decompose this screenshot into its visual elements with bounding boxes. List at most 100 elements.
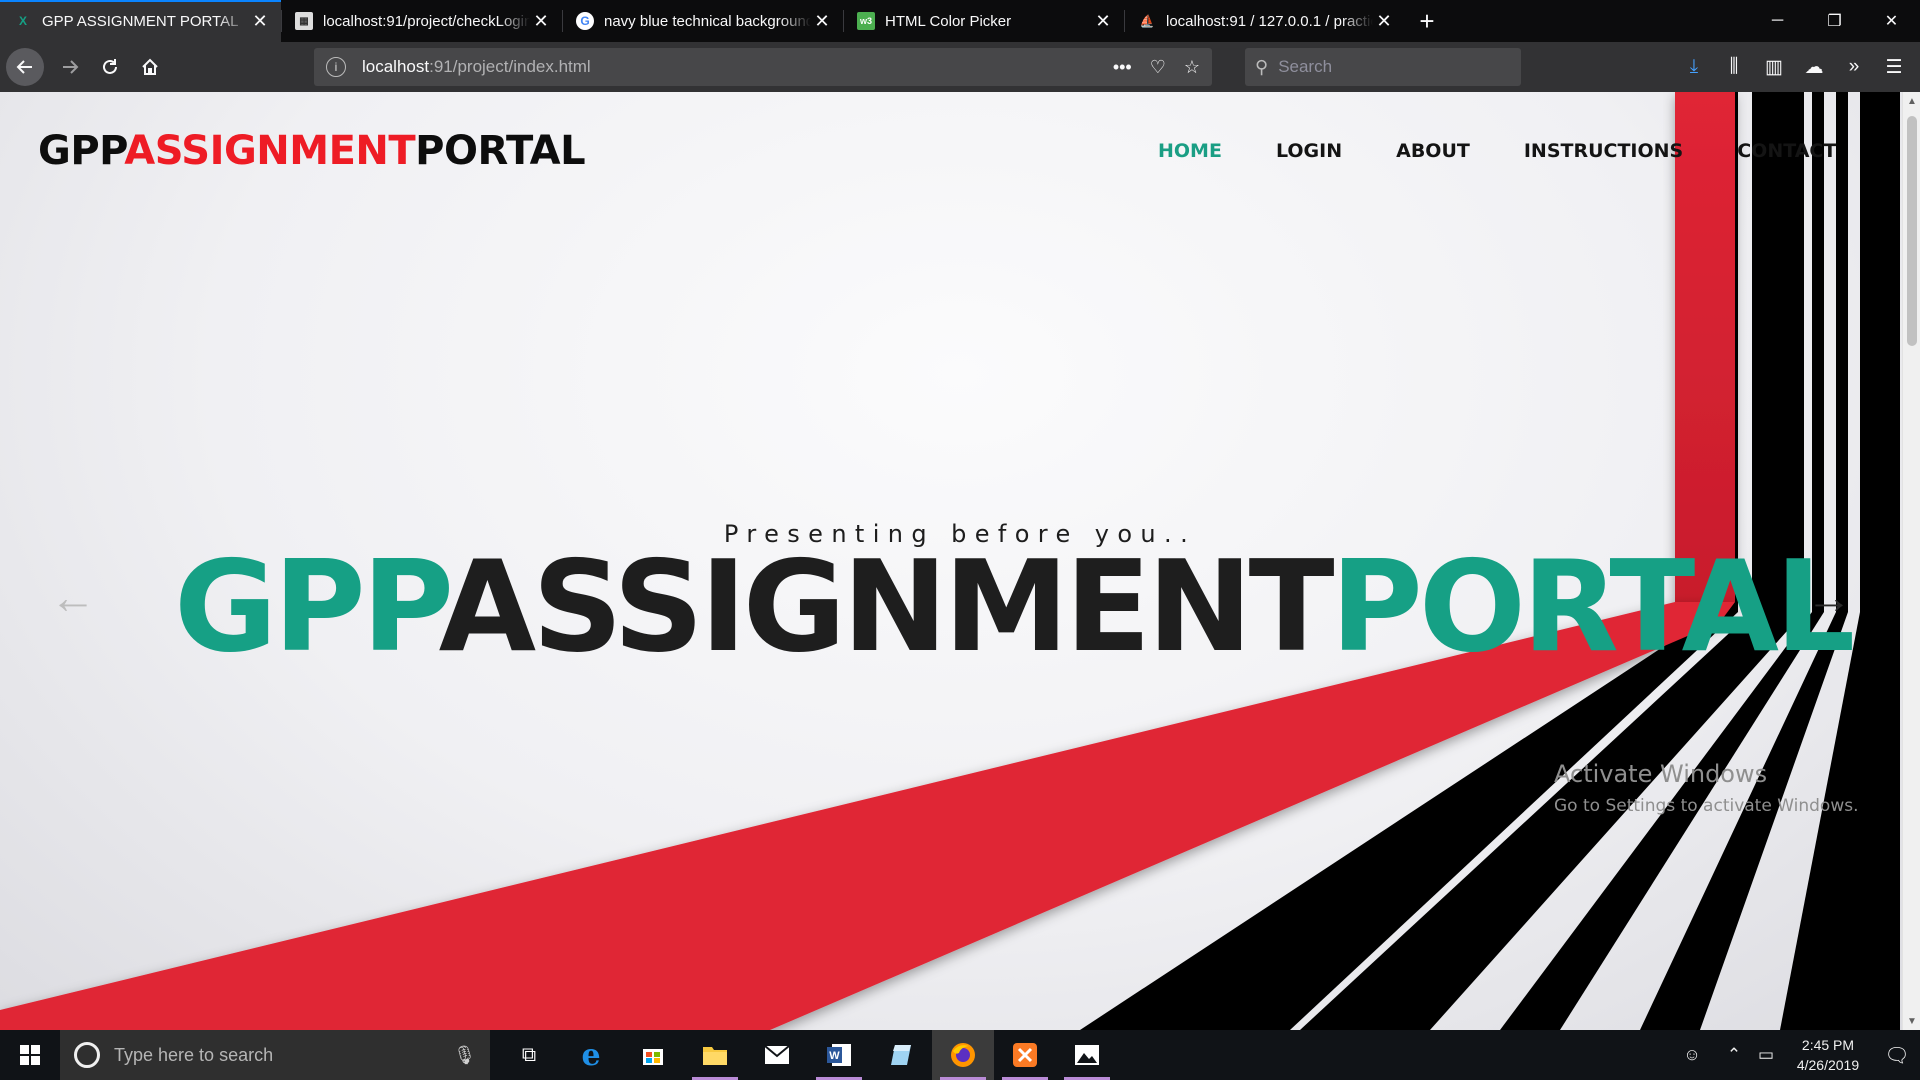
tab-color-picker[interactable]: w3 HTML Color Picker ✕ <box>843 0 1124 42</box>
firefox-icon[interactable] <box>932 1030 994 1080</box>
nav-home[interactable]: HOME <box>1158 140 1222 162</box>
taskbar-apps: ⧉ e W <box>498 1030 1118 1080</box>
site-nav-menu: HOME LOGIN ABOUT INSTRUCTIONS CONTACT <box>1158 140 1890 162</box>
clock-date: 4/26/2019 <box>1796 1057 1860 1073</box>
watermark-title: Activate Windows <box>1554 760 1768 788</box>
scrollbar-thumb[interactable] <box>1907 116 1917 346</box>
home-button[interactable] <box>130 47 170 87</box>
tab-title: navy blue technical background <box>604 12 811 30</box>
hero-part-assignment: ASSIGNMENT <box>438 533 1335 680</box>
search-placeholder: Search <box>1278 57 1333 76</box>
windows-logo-icon <box>20 1045 40 1065</box>
page-actions: ••• ♡ ☆ <box>1113 57 1200 78</box>
task-view-icon[interactable]: ⧉ <box>498 1030 560 1080</box>
action-center-icon[interactable]: 🗨 <box>1874 1043 1920 1068</box>
mail-icon[interactable] <box>746 1030 808 1080</box>
slider-prev-arrow-icon[interactable]: ← <box>50 574 96 620</box>
nav-login[interactable]: LOGIN <box>1276 140 1342 162</box>
file-explorer-icon[interactable] <box>684 1030 746 1080</box>
slider-next-arrow-icon[interactable]: → <box>1806 574 1852 620</box>
back-arrow-icon <box>16 60 32 74</box>
forward-button[interactable] <box>50 47 90 87</box>
page-scrollbar[interactable]: ▲ ▼ <box>1902 92 1920 1030</box>
close-window-button[interactable]: ✕ <box>1863 0 1920 42</box>
reload-button[interactable] <box>90 47 130 87</box>
system-tray: ☺ ⌃ ▭ 2:45 PM 4/26/2019 🗨 <box>1676 1030 1920 1080</box>
pocket-icon[interactable]: ♡ <box>1150 57 1166 78</box>
watermark-subtitle: Go to Settings to activate Windows. <box>1554 796 1859 816</box>
nav-instructions[interactable]: INSTRUCTIONS <box>1524 140 1683 162</box>
tab-title: GPP ASSIGNMENT PORTAL <box>42 12 239 30</box>
new-tab-button[interactable]: + <box>1405 0 1449 42</box>
store-icon[interactable] <box>622 1030 684 1080</box>
clock-time: 2:45 PM <box>1801 1037 1855 1053</box>
taskbar-search-box[interactable]: Type here to search 🎙 <box>60 1030 490 1080</box>
site-logo[interactable]: GPPASSIGNMENTPORTAL <box>38 128 586 174</box>
scroll-up-arrow-icon[interactable]: ▲ <box>1903 92 1920 110</box>
library-icon[interactable]: ⫼ <box>1714 56 1754 78</box>
minimize-button[interactable]: ─ <box>1749 0 1806 42</box>
hamburger-menu-icon[interactable]: ☰ <box>1874 56 1914 79</box>
reload-icon <box>103 59 117 74</box>
svg-text:W: W <box>829 1050 840 1062</box>
page-actions-menu-icon[interactable]: ••• <box>1113 57 1132 78</box>
tab-google-search[interactable]: G navy blue technical background ✕ <box>562 0 843 42</box>
info-icon[interactable]: i <box>326 57 346 77</box>
edge-icon[interactable]: e <box>560 1030 622 1080</box>
tab-title: localhost:91/project/checkLogin <box>323 12 530 30</box>
scroll-down-arrow-icon[interactable]: ▼ <box>1903 1012 1920 1030</box>
hero-part-portal: PORTAL <box>1330 533 1856 680</box>
close-icon[interactable]: ✕ <box>1092 10 1114 32</box>
tab-gpp-portal[interactable]: X GPP ASSIGNMENT PORTAL ✕ <box>0 0 281 42</box>
w3-icon: w3 <box>857 12 875 30</box>
nav-contact[interactable]: CONTACT <box>1737 140 1836 162</box>
tab-phpmyadmin[interactable]: ⛵ localhost:91 / 127.0.0.1 / practice ✕ <box>1124 0 1405 42</box>
close-icon[interactable]: ✕ <box>249 10 271 32</box>
search-icon: ⚲ <box>1255 56 1269 77</box>
word-icon[interactable]: W <box>808 1030 870 1080</box>
logo-part-assignment: ASSIGNMENT <box>124 128 416 174</box>
windows-taskbar: Type here to search 🎙 ⧉ e W ☺ ⌃ ▭ 2:45 P… <box>0 1030 1920 1080</box>
toolbar-icons: ⤓ ⫼ ▥ ☁ » ☰ <box>1674 42 1920 92</box>
battery-icon[interactable]: ▭ <box>1750 1045 1782 1065</box>
extension-icon[interactable]: ☁ <box>1794 56 1834 79</box>
close-icon[interactable]: ✕ <box>530 10 552 32</box>
sidebar-icon[interactable]: ▥ <box>1754 56 1794 79</box>
x-logo-icon: X <box>18 14 27 28</box>
close-icon[interactable]: ✕ <box>811 10 833 32</box>
photos-icon[interactable] <box>1056 1030 1118 1080</box>
restore-button[interactable]: ❐ <box>1806 0 1863 42</box>
url-bar[interactable]: i localhost:91/project/index.html ••• ♡ … <box>314 48 1212 86</box>
overflow-chevron-icon[interactable]: » <box>1834 56 1874 78</box>
tab-strip: X GPP ASSIGNMENT PORTAL ✕ ▦ localhost:91… <box>0 0 1920 42</box>
page-viewport: GPPASSIGNMENTPORTAL HOME LOGIN ABOUT INS… <box>0 92 1920 1030</box>
navigation-toolbar: i localhost:91/project/index.html ••• ♡ … <box>0 42 1920 92</box>
tab-title: HTML Color Picker <box>885 12 1012 30</box>
activate-windows-watermark: Activate Windows Go to Settings to activ… <box>1554 760 1859 816</box>
phpmyadmin-icon: ⛵ <box>1139 14 1155 28</box>
page-icon: ▦ <box>295 12 313 30</box>
back-button[interactable] <box>6 48 44 86</box>
xampp-icon[interactable] <box>994 1030 1056 1080</box>
taskbar-search-placeholder: Type here to search <box>114 1044 274 1065</box>
bookmark-star-icon[interactable]: ☆ <box>1184 57 1200 78</box>
taskbar-clock[interactable]: 2:45 PM 4/26/2019 <box>1782 1035 1874 1075</box>
home-icon <box>142 58 158 75</box>
search-bar[interactable]: ⚲ Search <box>1245 48 1521 86</box>
nav-about[interactable]: ABOUT <box>1396 140 1470 162</box>
hero-title: GPPASSIGNMENTPORTAL <box>174 544 1855 670</box>
hero-part-gpp: GPP <box>174 533 443 680</box>
forward-arrow-icon <box>63 60 79 74</box>
start-button[interactable] <box>0 1030 60 1080</box>
download-icon[interactable]: ⤓ <box>1674 56 1714 78</box>
chevron-up-icon[interactable]: ⌃ <box>1718 1045 1750 1065</box>
url-host: localhost <box>362 57 430 76</box>
window-controls: ─ ❐ ✕ <box>1749 0 1920 42</box>
people-icon[interactable]: ☺ <box>1676 1045 1708 1065</box>
tab-checklogin[interactable]: ▦ localhost:91/project/checkLogin ✕ <box>281 0 562 42</box>
notepad-icon[interactable] <box>870 1030 932 1080</box>
logo-part-gpp: GPP <box>38 128 125 174</box>
microphone-icon[interactable]: 🎙 <box>453 1045 476 1066</box>
google-icon: G <box>576 12 594 30</box>
close-icon[interactable]: ✕ <box>1373 10 1395 32</box>
